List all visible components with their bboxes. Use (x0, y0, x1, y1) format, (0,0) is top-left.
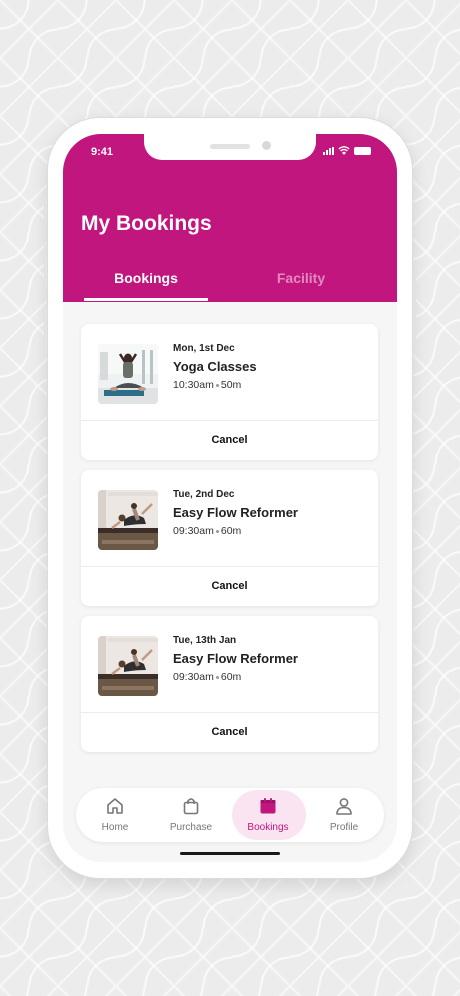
front-camera (262, 141, 271, 150)
cancel-button[interactable]: Cancel (81, 421, 378, 460)
booking-date: Mon, 1st Dec (173, 343, 235, 354)
nav-item-purchase[interactable]: Purchase (156, 788, 226, 842)
calendar-icon (260, 798, 276, 814)
bottom-nav: Home Purchase Bookings Profile (76, 788, 384, 842)
status-icons (323, 146, 371, 155)
page-title: My Bookings (81, 212, 212, 235)
battery-icon (354, 146, 371, 155)
power-button (413, 278, 416, 350)
home-indicator (180, 852, 280, 855)
nav-item-profile[interactable]: Profile (309, 788, 379, 842)
nav-item-bookings[interactable]: Bookings (233, 788, 303, 842)
shopping-bag-icon (183, 798, 199, 815)
speaker (210, 144, 250, 149)
booking-date: Tue, 2nd Dec (173, 489, 235, 500)
nav-label: Home (101, 822, 129, 833)
nav-label: Purchase (169, 822, 213, 833)
reformer-photo (98, 490, 158, 550)
cancel-button[interactable]: Cancel (81, 713, 378, 752)
person-icon (336, 798, 352, 815)
separator-dot (215, 529, 219, 533)
separator-dot (215, 383, 219, 387)
nav-item-home[interactable]: Home (80, 788, 150, 842)
reformer-photo (98, 636, 158, 696)
home-icon (107, 798, 123, 814)
phone-frame: 9:41 My Bookings Bookings Facility Mon, … (44, 118, 416, 878)
mute-switch (44, 196, 47, 222)
booking-time-info: 09:30am 60m (173, 671, 241, 683)
signal-icon (323, 146, 334, 155)
tab-bookings[interactable]: Bookings (84, 270, 208, 286)
wifi-icon (338, 146, 350, 155)
notch (144, 134, 316, 160)
volume-up-button (44, 244, 47, 292)
header: 9:41 My Bookings Bookings Facility (63, 134, 397, 302)
active-tab-indicator (84, 298, 208, 301)
booking-card: Mon, 1st Dec Yoga Classes 10:30am 50m Ca… (81, 324, 378, 460)
nav-label: Profile (329, 822, 359, 833)
booking-card: Tue, 13th Jan Easy Flow Reformer 09:30am… (81, 616, 378, 752)
yoga-photo (98, 344, 158, 404)
status-time: 9:41 (91, 146, 114, 158)
booking-time: 09:30am (173, 525, 214, 537)
volume-down-button (44, 304, 47, 352)
booking-date: Tue, 13th Jan (173, 635, 237, 646)
nav-label: Bookings (247, 822, 289, 833)
booking-duration: 60m (220, 525, 242, 537)
booking-time-info: 09:30am 60m (173, 525, 241, 537)
cancel-button[interactable]: Cancel (81, 567, 378, 606)
booking-time-info: 10:30am 50m (173, 379, 241, 391)
booking-card: Tue, 2nd Dec Easy Flow Reformer 09:30am … (81, 470, 378, 606)
booking-time: 10:30am (173, 379, 214, 391)
booking-duration: 60m (220, 671, 242, 683)
booking-time: 09:30am (173, 671, 214, 683)
booking-duration: 50m (220, 379, 242, 391)
booking-title: Easy Flow Reformer (173, 651, 298, 666)
app-screen: 9:41 My Bookings Bookings Facility Mon, … (63, 134, 397, 862)
tab-facility[interactable]: Facility (239, 270, 363, 286)
booking-title: Yoga Classes (173, 359, 257, 374)
booking-title: Easy Flow Reformer (173, 505, 298, 520)
separator-dot (215, 675, 219, 679)
